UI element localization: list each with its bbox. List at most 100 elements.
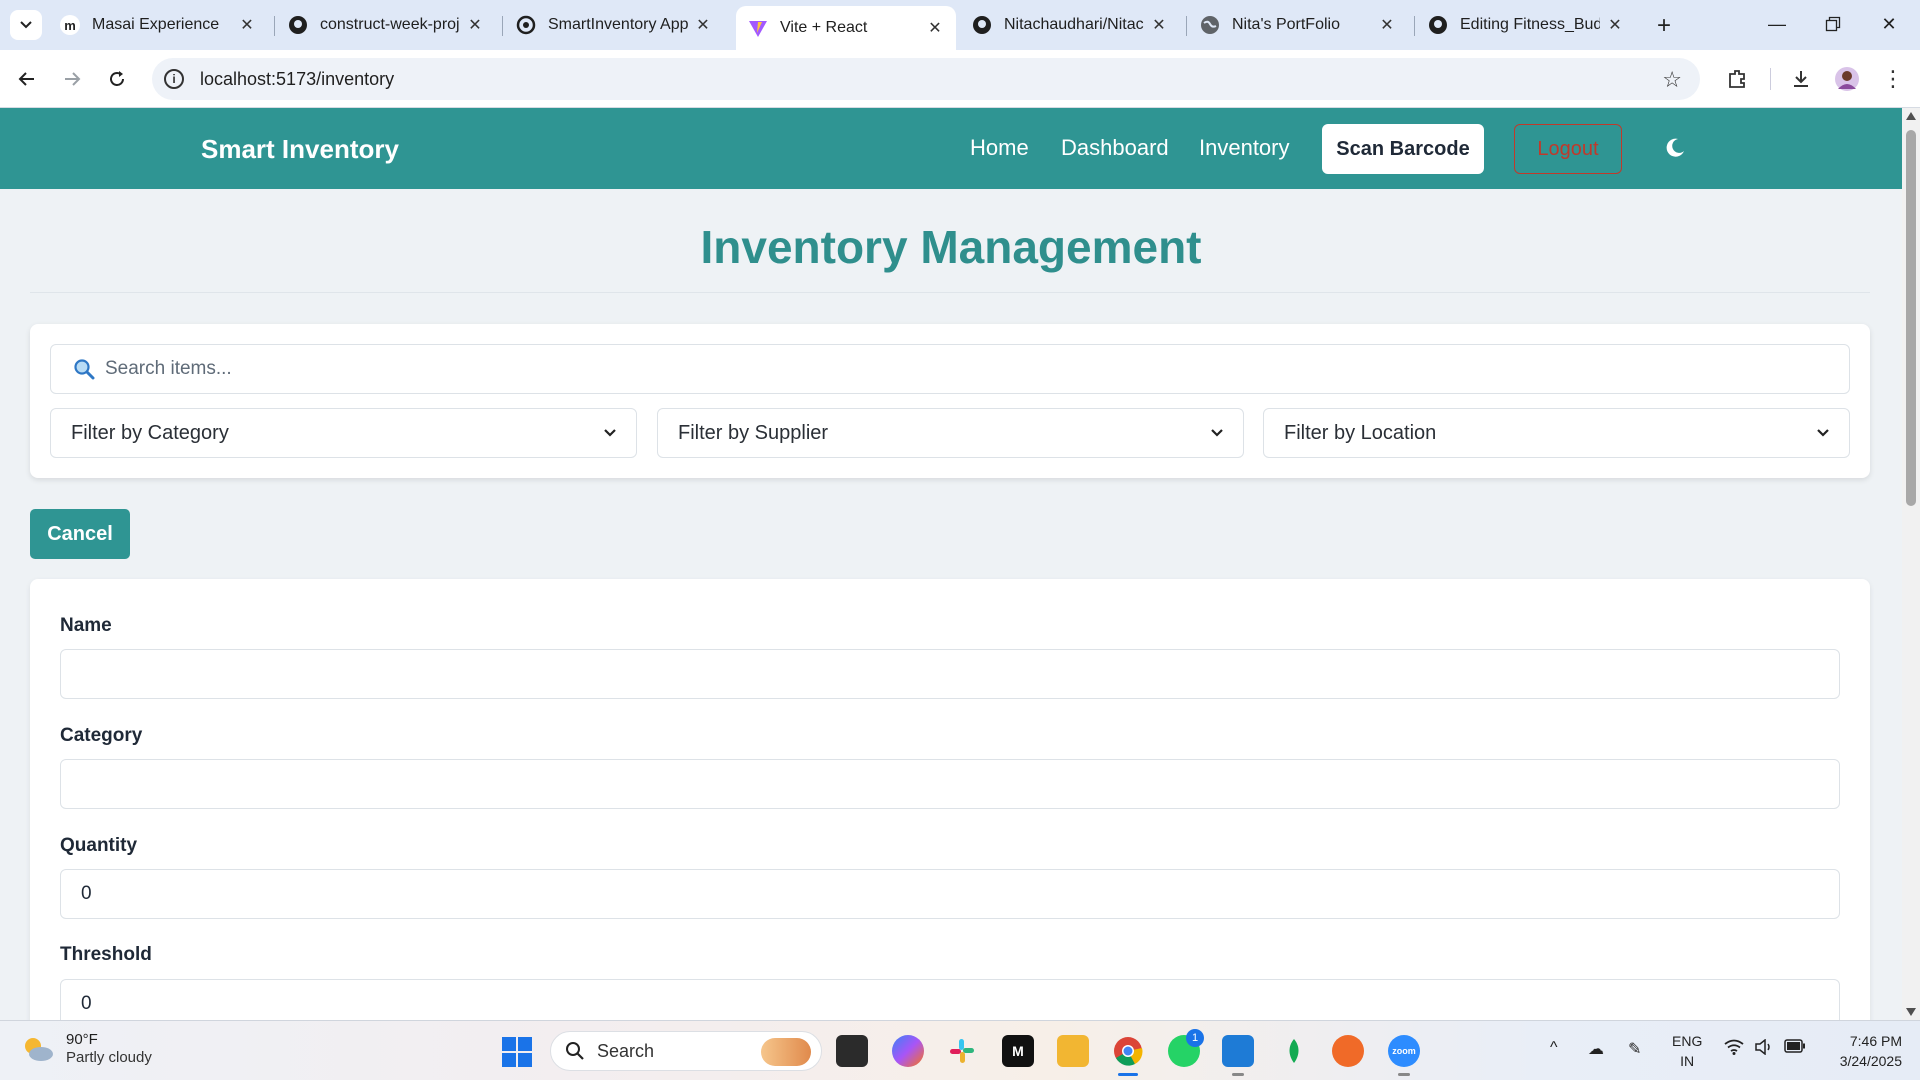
postman-icon[interactable] xyxy=(1332,1035,1364,1067)
search-icon xyxy=(566,1042,584,1060)
extensions-icon[interactable] xyxy=(1722,64,1752,94)
threshold-label: Threshold xyxy=(60,944,152,965)
scroll-up-arrow-icon[interactable] xyxy=(1906,112,1916,120)
task-view-icon[interactable] xyxy=(836,1035,868,1067)
browser-menu-icon[interactable]: ⋮ xyxy=(1878,64,1908,94)
windows-taskbar: 90°F Partly cloudy Search M 1 zoom ^ ☁ ✎… xyxy=(0,1020,1920,1080)
browser-tab[interactable]: SmartInventory App | ✕ xyxy=(504,8,724,42)
location-filter-select[interactable]: Filter by Location xyxy=(1263,408,1850,458)
chevron-down-icon xyxy=(1817,429,1829,437)
brand-logo[interactable]: Smart Inventory xyxy=(201,134,399,165)
browser-tab[interactable]: Editing Fitness_Budd ✕ xyxy=(1416,8,1636,42)
masai-app-icon[interactable]: M xyxy=(1002,1035,1034,1067)
onedrive-cloud-icon[interactable]: ☁ xyxy=(1588,1039,1604,1059)
scan-barcode-button[interactable]: Scan Barcode xyxy=(1322,124,1484,174)
chevron-down-icon xyxy=(20,21,32,29)
bookmark-star-icon[interactable]: ☆ xyxy=(1662,67,1682,93)
file-explorer-icon[interactable] xyxy=(1057,1035,1089,1067)
slack-icon[interactable] xyxy=(946,1035,978,1067)
page-scrollbar[interactable] xyxy=(1902,108,1920,1020)
scrollbar-thumb[interactable] xyxy=(1906,130,1916,506)
app-navbar: Smart Inventory Home Dashboard Inventory… xyxy=(0,108,1902,189)
search-field[interactable] xyxy=(50,344,1850,394)
windows-start-icon[interactable] xyxy=(502,1037,532,1067)
avatar[interactable] xyxy=(1832,64,1862,94)
clock-date: 3/24/2025 xyxy=(1839,1053,1902,1069)
vscode-icon[interactable] xyxy=(1222,1035,1254,1067)
toolbar-divider xyxy=(1770,68,1771,90)
region-code: IN xyxy=(1680,1053,1695,1069)
app-viewport: Smart Inventory Home Dashboard Inventory… xyxy=(0,108,1902,1020)
tab-title: Nita's PortFolio xyxy=(1232,16,1340,33)
window-close-icon[interactable]: ✕ xyxy=(1866,6,1912,42)
browser-tab[interactable]: construct-week-proje ✕ xyxy=(276,8,496,42)
tab-separator xyxy=(1186,16,1187,36)
zoom-running-indicator xyxy=(1398,1073,1410,1076)
supplier-filter-value: Filter by Supplier xyxy=(678,421,829,444)
nav-link-home[interactable]: Home xyxy=(970,135,1029,161)
tab-title: Nitachaudhari/Nitacl xyxy=(1004,16,1144,33)
close-icon[interactable]: ✕ xyxy=(1378,16,1396,34)
tab-title: construct-week-proje xyxy=(320,16,460,33)
close-icon[interactable]: ✕ xyxy=(926,19,944,37)
nav-link-inventory[interactable]: Inventory xyxy=(1199,135,1290,161)
close-icon[interactable]: ✕ xyxy=(694,16,712,34)
mongodb-icon[interactable] xyxy=(1278,1035,1310,1067)
weather-widget[interactable]: 90°F Partly cloudy xyxy=(20,1031,152,1067)
browser-tab[interactable]: Nita's PortFolio ✕ xyxy=(1188,8,1408,42)
github-icon xyxy=(288,15,308,35)
system-clock[interactable]: 7:46 PM 3/24/2025 xyxy=(1826,1031,1902,1071)
reload-icon[interactable] xyxy=(100,62,134,96)
minimize-icon[interactable]: — xyxy=(1754,6,1800,42)
close-icon[interactable]: ✕ xyxy=(1606,16,1624,34)
forward-arrow-icon[interactable] xyxy=(55,62,89,96)
search-highlight-icon xyxy=(761,1038,811,1066)
quantity-input[interactable]: 0 xyxy=(60,869,1840,919)
copilot-icon[interactable] xyxy=(892,1035,924,1067)
location-filter-value: Filter by Location xyxy=(1284,421,1437,444)
show-hidden-icons-chevron-icon[interactable]: ^ xyxy=(1550,1039,1558,1057)
github-icon xyxy=(972,15,992,35)
browser-tab-active[interactable]: Vite + React ✕ xyxy=(736,6,956,50)
nav-link-dashboard[interactable]: Dashboard xyxy=(1061,135,1169,161)
close-icon[interactable]: ✕ xyxy=(238,16,256,34)
address-bar[interactable]: i localhost:5173/inventory ☆ xyxy=(152,58,1700,100)
close-icon[interactable]: ✕ xyxy=(1150,16,1168,34)
site-info-icon[interactable]: i xyxy=(164,69,184,89)
battery-icon[interactable] xyxy=(1784,1039,1806,1058)
browser-tab[interactable]: Nitachaudhari/Nitacl ✕ xyxy=(960,8,1180,42)
pen-input-icon[interactable]: ✎ xyxy=(1628,1039,1641,1059)
url-text[interactable]: localhost:5173/inventory xyxy=(200,69,394,90)
tab-separator xyxy=(274,16,275,36)
logout-button[interactable]: Logout xyxy=(1514,124,1622,174)
threshold-input[interactable]: 0 xyxy=(60,979,1840,1020)
taskbar-search[interactable]: Search xyxy=(550,1031,822,1071)
download-icon[interactable] xyxy=(1786,64,1816,94)
tab-title: Masai Experience xyxy=(92,16,220,33)
back-arrow-icon[interactable] xyxy=(10,62,44,96)
category-input[interactable] xyxy=(60,759,1840,809)
volume-icon[interactable] xyxy=(1754,1038,1774,1060)
scroll-down-arrow-icon[interactable] xyxy=(1906,1008,1916,1016)
tab-search-button[interactable] xyxy=(10,10,42,40)
vscode-running-indicator xyxy=(1232,1073,1244,1076)
search-input[interactable] xyxy=(105,358,1805,380)
weather-condition: Partly cloudy xyxy=(66,1049,152,1066)
name-input[interactable] xyxy=(60,649,1840,699)
wifi-icon[interactable] xyxy=(1724,1039,1744,1060)
title-divider xyxy=(30,292,1870,293)
close-icon[interactable]: ✕ xyxy=(466,16,484,34)
supplier-filter-select[interactable]: Filter by Supplier xyxy=(657,408,1244,458)
new-tab-plus-icon[interactable]: + xyxy=(1650,12,1678,40)
zoom-icon[interactable]: zoom xyxy=(1388,1035,1420,1067)
language-indicator[interactable]: ENG IN xyxy=(1672,1031,1702,1071)
browser-tab[interactable]: m Masai Experience ✕ xyxy=(48,8,268,42)
moon-icon[interactable] xyxy=(1664,137,1686,159)
cancel-button[interactable]: Cancel xyxy=(30,509,130,559)
category-filter-select[interactable]: Filter by Category xyxy=(50,408,637,458)
tab-title: Editing Fitness_Budd xyxy=(1460,16,1600,33)
chrome-icon[interactable] xyxy=(1112,1035,1144,1067)
restore-icon[interactable] xyxy=(1810,6,1856,42)
browser-tabstrip: m Masai Experience ✕ construct-week-proj… xyxy=(0,0,1920,50)
chevron-down-icon xyxy=(1211,429,1223,437)
